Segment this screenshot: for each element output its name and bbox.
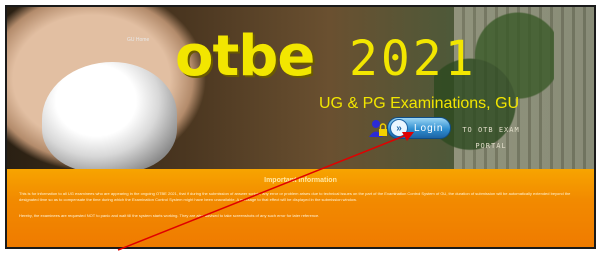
red-annotation-arrow (117, 132, 414, 251)
